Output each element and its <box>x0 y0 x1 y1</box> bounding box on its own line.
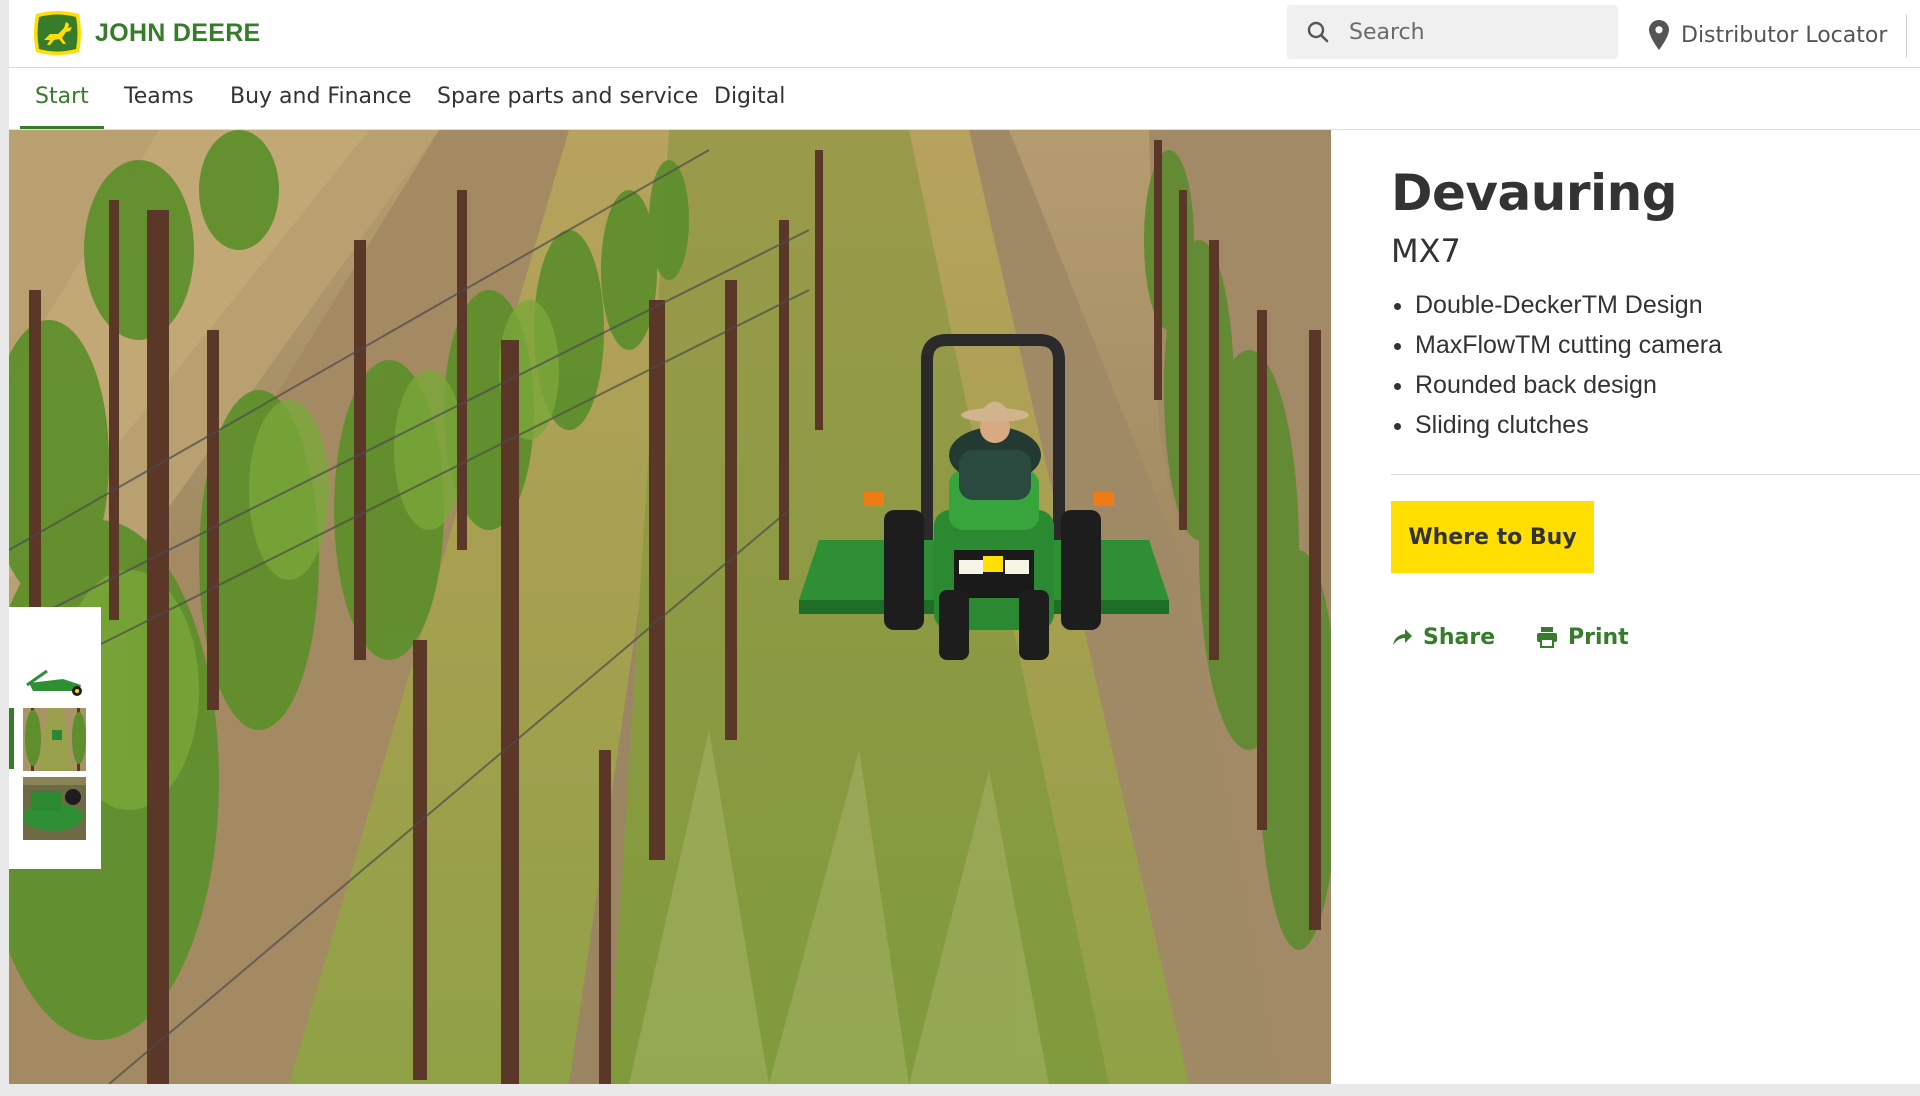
nav-tab-label: Start <box>35 84 89 109</box>
feature-item: MaxFlowTM cutting camera <box>1391 325 1722 365</box>
product-title: Devauring <box>1391 164 1678 222</box>
feature-item: Sliding clutches <box>1391 405 1722 445</box>
share-label: Share <box>1423 624 1496 650</box>
print-button[interactable]: Print <box>1536 620 1629 654</box>
nav-tab-start[interactable]: Start <box>20 68 104 129</box>
where-to-buy-button[interactable]: Where to Buy <box>1391 501 1594 573</box>
search-icon <box>1307 21 1329 43</box>
product-hero-image <box>9 130 1331 1084</box>
distributor-locator-label: Distributor Locator <box>1681 22 1888 48</box>
printer-icon <box>1537 627 1557 648</box>
search-box[interactable] <box>1287 5 1618 59</box>
nav-tab-label: Spare parts and service <box>437 84 699 109</box>
thumbnail-3[interactable] <box>23 777 86 840</box>
image-thumbnail-strip <box>9 607 101 869</box>
share-button[interactable]: Share <box>1391 620 1495 654</box>
vineyard-tractor-photo <box>9 130 1331 1084</box>
print-label: Print <box>1568 624 1629 650</box>
feature-item: Rounded back design <box>1391 365 1722 405</box>
header-divider <box>1906 14 1907 58</box>
nav-tab-label: Teams <box>124 84 194 109</box>
product-features-list: Double-DeckerTM Design MaxFlowTM cutting… <box>1391 285 1722 445</box>
panel-divider <box>1391 474 1920 475</box>
distributor-locator-link[interactable]: Distributor Locator <box>1649 15 1887 55</box>
site-header: JOHN DEERE Distributor Locator <box>9 0 1920 68</box>
map-pin-icon <box>1649 20 1669 50</box>
share-arrow-icon <box>1393 629 1412 645</box>
page: JOHN DEERE Distributor Locator Start Tea… <box>9 0 1920 1084</box>
brand-logo[interactable]: JOHN DEERE <box>32 9 261 57</box>
rotary-cutter-thumbnail-icon <box>23 645 86 708</box>
deer-logo-icon <box>34 11 81 55</box>
nav-tab-label: Digital <box>714 84 786 109</box>
nav-tab-spare-parts-and-service[interactable]: Spare parts and service <box>437 68 698 126</box>
vineyard-thumbnail-icon <box>23 708 86 771</box>
active-thumbnail-indicator <box>9 708 14 769</box>
nav-tab-buy-and-finance[interactable]: Buy and Finance <box>230 68 412 126</box>
feature-item: Double-DeckerTM Design <box>1391 285 1722 325</box>
nav-tab-label: Buy and Finance <box>230 84 412 109</box>
product-model: MX7 <box>1391 232 1461 270</box>
mower-closeup-thumbnail-icon <box>23 777 86 840</box>
brand-name: JOHN DEERE <box>95 18 261 47</box>
nav-tab-teams[interactable]: Teams <box>124 68 194 126</box>
nav-tab-digital[interactable]: Digital <box>714 68 785 126</box>
main-navigation: Start Teams Buy and Finance Spare parts … <box>9 68 1920 130</box>
thumbnail-2[interactable] <box>23 708 86 771</box>
search-input[interactable] <box>1347 18 1591 46</box>
thumbnail-1[interactable] <box>23 645 86 708</box>
